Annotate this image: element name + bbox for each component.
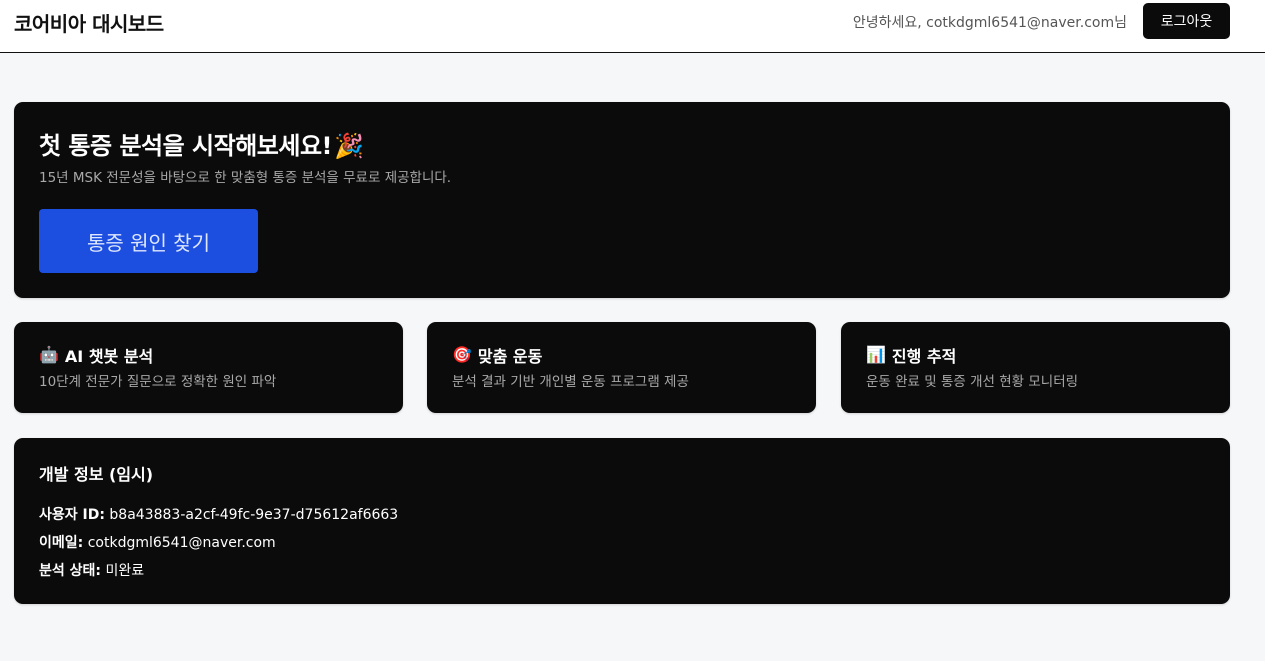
logout-button[interactable]: 로그아웃 xyxy=(1143,3,1230,39)
party-popper-icon: 🎉 xyxy=(333,132,364,160)
user-id-label: 사용자 ID: xyxy=(39,507,105,523)
feature-card-ai-chatbot: 🤖 AI 챗봇 분석 10단계 전문가 질문으로 정확한 원인 파악 xyxy=(14,322,403,413)
dev-user-id-row: 사용자 ID: b8a43883-a2cf-49fc-9e37-d75612af… xyxy=(39,504,398,524)
feature-title-text: AI 챗봇 분석 xyxy=(64,347,154,366)
email-label: 이메일: xyxy=(39,535,84,551)
feature-title-text: 진행 추적 xyxy=(891,347,957,366)
hero-title: 첫 통증 분석을 시작해보세요!🎉 xyxy=(39,126,364,161)
feature-card-custom-exercise: 🎯 맞춤 운동 분석 결과 기반 개인별 운동 프로그램 제공 xyxy=(427,322,816,413)
user-id-value: b8a43883-a2cf-49fc-9e37-d75612af6663 xyxy=(109,507,399,523)
dev-status-row: 분석 상태: 미완료 xyxy=(39,560,144,580)
feature-card-progress-tracking: 📊 진행 추적 운동 완료 및 통증 개선 현황 모니터링 xyxy=(841,322,1230,413)
dev-info-card: 개발 정보 (임시) 사용자 ID: b8a43883-a2cf-49fc-9e… xyxy=(14,438,1230,604)
feature-title: 🎯 맞춤 운동 xyxy=(452,343,542,367)
feature-description: 분석 결과 기반 개인별 운동 프로그램 제공 xyxy=(452,374,689,390)
status-label: 분석 상태: xyxy=(39,563,101,579)
hero-title-text: 첫 통증 분석을 시작해보세요! xyxy=(39,132,332,160)
bar-chart-icon: 📊 xyxy=(866,345,886,364)
feature-description: 운동 완료 및 통증 개선 현황 모니터링 xyxy=(866,374,1079,390)
status-value: 미완료 xyxy=(105,563,145,579)
robot-icon: 🤖 xyxy=(39,345,59,364)
dev-info-title: 개발 정보 (임시) xyxy=(39,465,154,484)
feature-title-text: 맞춤 운동 xyxy=(477,347,543,366)
app-title: 코어비아 대시보드 xyxy=(14,12,164,36)
user-greeting: 안녕하세요, cotkdgml6541@naver.com님 xyxy=(852,15,1127,31)
feature-description: 10단계 전문가 질문으로 정확한 원인 파악 xyxy=(39,374,277,390)
dev-email-row: 이메일: cotkdgml6541@naver.com xyxy=(39,532,276,552)
top-header: 코어비아 대시보드 안녕하세요, cotkdgml6541@naver.com님… xyxy=(0,0,1265,53)
feature-title: 📊 진행 추적 xyxy=(866,343,956,367)
hero-card: 첫 통증 분석을 시작해보세요!🎉 15년 MSK 전문성을 바탕으로 한 맞춤… xyxy=(14,102,1230,298)
email-value: cotkdgml6541@naver.com xyxy=(87,535,276,551)
find-pain-cause-button[interactable]: 통증 원인 찾기 xyxy=(39,209,258,273)
feature-title: 🤖 AI 챗봇 분석 xyxy=(39,343,153,367)
target-icon: 🎯 xyxy=(452,345,472,364)
hero-subtitle: 15년 MSK 전문성을 바탕으로 한 맞춤형 통증 분석을 무료로 제공합니다… xyxy=(39,170,452,186)
